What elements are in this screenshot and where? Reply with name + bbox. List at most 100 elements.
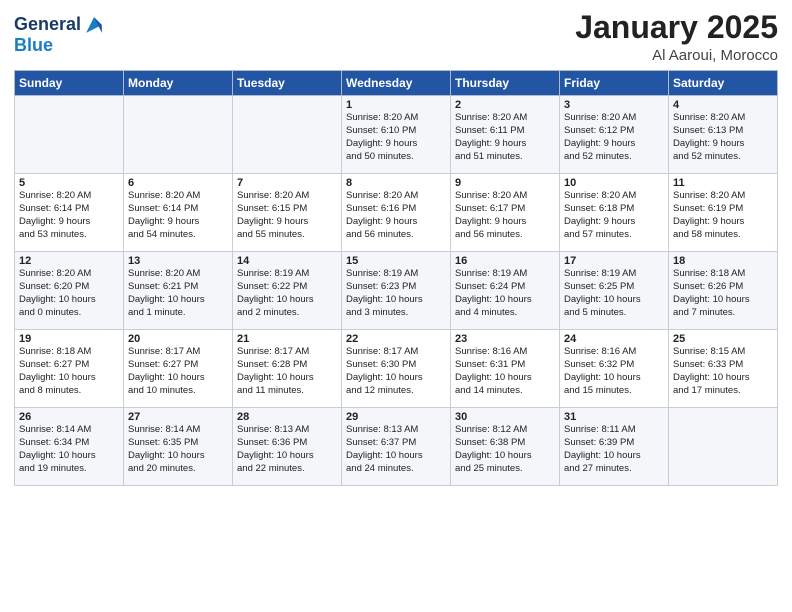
calendar-cell: 22Sunrise: 8:17 AM Sunset: 6:30 PM Dayli… — [342, 330, 451, 408]
day-info: Sunrise: 8:12 AM Sunset: 6:38 PM Dayligh… — [455, 424, 555, 475]
day-number: 18 — [673, 255, 773, 267]
title-block: January 2025 Al Aaroui, Morocco — [575, 10, 778, 64]
calendar-week-row: 26Sunrise: 8:14 AM Sunset: 6:34 PM Dayli… — [15, 408, 778, 486]
calendar-cell: 23Sunrise: 8:16 AM Sunset: 6:31 PM Dayli… — [451, 330, 560, 408]
day-info: Sunrise: 8:16 AM Sunset: 6:32 PM Dayligh… — [564, 346, 664, 397]
day-number: 8 — [346, 177, 446, 189]
calendar-cell: 5Sunrise: 8:20 AM Sunset: 6:14 PM Daylig… — [15, 174, 124, 252]
day-number: 22 — [346, 333, 446, 345]
day-info: Sunrise: 8:20 AM Sunset: 6:18 PM Dayligh… — [564, 190, 664, 241]
logo: General Blue — [14, 14, 105, 56]
calendar-cell: 3Sunrise: 8:20 AM Sunset: 6:12 PM Daylig… — [560, 96, 669, 174]
calendar-cell: 20Sunrise: 8:17 AM Sunset: 6:27 PM Dayli… — [124, 330, 233, 408]
day-info: Sunrise: 8:16 AM Sunset: 6:31 PM Dayligh… — [455, 346, 555, 397]
calendar-cell: 21Sunrise: 8:17 AM Sunset: 6:28 PM Dayli… — [233, 330, 342, 408]
page-container: General Blue January 2025 Al Aaroui, Mor… — [0, 0, 792, 496]
day-info: Sunrise: 8:20 AM Sunset: 6:15 PM Dayligh… — [237, 190, 337, 241]
day-number: 9 — [455, 177, 555, 189]
day-info: Sunrise: 8:14 AM Sunset: 6:35 PM Dayligh… — [128, 424, 228, 475]
day-info: Sunrise: 8:18 AM Sunset: 6:27 PM Dayligh… — [19, 346, 119, 397]
calendar-cell: 17Sunrise: 8:19 AM Sunset: 6:25 PM Dayli… — [560, 252, 669, 330]
day-number: 2 — [455, 99, 555, 111]
day-number: 31 — [564, 411, 664, 423]
calendar-cell: 2Sunrise: 8:20 AM Sunset: 6:11 PM Daylig… — [451, 96, 560, 174]
calendar-week-row: 19Sunrise: 8:18 AM Sunset: 6:27 PM Dayli… — [15, 330, 778, 408]
weekday-header-tuesday: Tuesday — [233, 71, 342, 96]
day-number: 15 — [346, 255, 446, 267]
calendar-cell: 25Sunrise: 8:15 AM Sunset: 6:33 PM Dayli… — [669, 330, 778, 408]
day-info: Sunrise: 8:15 AM Sunset: 6:33 PM Dayligh… — [673, 346, 773, 397]
logo-text: General — [14, 15, 81, 35]
day-number: 16 — [455, 255, 555, 267]
calendar-cell: 1Sunrise: 8:20 AM Sunset: 6:10 PM Daylig… — [342, 96, 451, 174]
calendar-cell: 26Sunrise: 8:14 AM Sunset: 6:34 PM Dayli… — [15, 408, 124, 486]
day-info: Sunrise: 8:20 AM Sunset: 6:13 PM Dayligh… — [673, 112, 773, 163]
calendar-cell: 19Sunrise: 8:18 AM Sunset: 6:27 PM Dayli… — [15, 330, 124, 408]
day-info: Sunrise: 8:20 AM Sunset: 6:19 PM Dayligh… — [673, 190, 773, 241]
day-info: Sunrise: 8:11 AM Sunset: 6:39 PM Dayligh… — [564, 424, 664, 475]
day-info: Sunrise: 8:17 AM Sunset: 6:27 PM Dayligh… — [128, 346, 228, 397]
day-number: 20 — [128, 333, 228, 345]
calendar-cell: 15Sunrise: 8:19 AM Sunset: 6:23 PM Dayli… — [342, 252, 451, 330]
day-number: 4 — [673, 99, 773, 111]
calendar-cell: 30Sunrise: 8:12 AM Sunset: 6:38 PM Dayli… — [451, 408, 560, 486]
day-number: 11 — [673, 177, 773, 189]
calendar-cell: 29Sunrise: 8:13 AM Sunset: 6:37 PM Dayli… — [342, 408, 451, 486]
weekday-header-wednesday: Wednesday — [342, 71, 451, 96]
day-info: Sunrise: 8:18 AM Sunset: 6:26 PM Dayligh… — [673, 268, 773, 319]
day-info: Sunrise: 8:19 AM Sunset: 6:22 PM Dayligh… — [237, 268, 337, 319]
logo-blue-text: Blue — [14, 36, 53, 56]
calendar-cell: 13Sunrise: 8:20 AM Sunset: 6:21 PM Dayli… — [124, 252, 233, 330]
calendar-cell: 18Sunrise: 8:18 AM Sunset: 6:26 PM Dayli… — [669, 252, 778, 330]
day-number: 5 — [19, 177, 119, 189]
day-number: 19 — [19, 333, 119, 345]
day-number: 3 — [564, 99, 664, 111]
day-number: 1 — [346, 99, 446, 111]
day-number: 30 — [455, 411, 555, 423]
day-number: 21 — [237, 333, 337, 345]
day-number: 26 — [19, 411, 119, 423]
calendar-cell: 14Sunrise: 8:19 AM Sunset: 6:22 PM Dayli… — [233, 252, 342, 330]
day-number: 12 — [19, 255, 119, 267]
calendar-week-row: 5 Sunrise: 8:20 AM Sunset: 6:14 PM Daylig… — [15, 174, 778, 252]
calendar-cell: 9Sunrise: 8:20 AM Sunset: 6:17 PM Daylig… — [451, 174, 560, 252]
calendar-cell: 6Sunrise: 8:20 AM Sunset: 6:14 PM Daylig… — [124, 174, 233, 252]
day-number: 23 — [455, 333, 555, 345]
day-info: Sunrise: 8:20 AM Sunset: 6:11 PM Dayligh… — [455, 112, 555, 163]
day-info: Sunrise: 8:20 AM Sunset: 6:17 PM Dayligh… — [455, 190, 555, 241]
day-info: Sunrise: 8:13 AM Sunset: 6:37 PM Dayligh… — [346, 424, 446, 475]
calendar-cell — [124, 96, 233, 174]
weekday-header-friday: Friday — [560, 71, 669, 96]
calendar-week-row: 12Sunrise: 8:20 AM Sunset: 6:20 PM Dayli… — [15, 252, 778, 330]
day-number: 17 — [564, 255, 664, 267]
calendar-cell: 16Sunrise: 8:19 AM Sunset: 6:24 PM Dayli… — [451, 252, 560, 330]
day-number: 28 — [237, 411, 337, 423]
calendar-cell: 12Sunrise: 8:20 AM Sunset: 6:20 PM Dayli… — [15, 252, 124, 330]
calendar-subtitle: Al Aaroui, Morocco — [575, 47, 778, 64]
day-number: 27 — [128, 411, 228, 423]
day-info: Sunrise: 8:20 AM Sunset: 6:14 PM Dayligh… — [128, 190, 228, 241]
calendar-cell: 31Sunrise: 8:11 AM Sunset: 6:39 PM Dayli… — [560, 408, 669, 486]
calendar-title: January 2025 — [575, 10, 778, 45]
weekday-header-row: SundayMondayTuesdayWednesdayThursdayFrid… — [15, 71, 778, 96]
logo-icon — [83, 14, 105, 36]
day-info: Sunrise: 8:20 AM Sunset: 6:21 PM Dayligh… — [128, 268, 228, 319]
day-number: 7 — [237, 177, 337, 189]
day-info: Sunrise: 8:17 AM Sunset: 6:30 PM Dayligh… — [346, 346, 446, 397]
calendar-cell — [15, 96, 124, 174]
calendar-cell: 27Sunrise: 8:14 AM Sunset: 6:35 PM Dayli… — [124, 408, 233, 486]
calendar-table: SundayMondayTuesdayWednesdayThursdayFrid… — [14, 70, 778, 486]
weekday-header-sunday: Sunday — [15, 71, 124, 96]
calendar-cell: 4Sunrise: 8:20 AM Sunset: 6:13 PM Daylig… — [669, 96, 778, 174]
header: General Blue January 2025 Al Aaroui, Mor… — [14, 10, 778, 64]
weekday-header-monday: Monday — [124, 71, 233, 96]
day-number: 14 — [237, 255, 337, 267]
calendar-cell: 28Sunrise: 8:13 AM Sunset: 6:36 PM Dayli… — [233, 408, 342, 486]
day-info: Sunrise: 8:19 AM Sunset: 6:23 PM Dayligh… — [346, 268, 446, 319]
calendar-cell: 24Sunrise: 8:16 AM Sunset: 6:32 PM Dayli… — [560, 330, 669, 408]
calendar-week-row: 1Sunrise: 8:20 AM Sunset: 6:10 PM Daylig… — [15, 96, 778, 174]
calendar-cell — [233, 96, 342, 174]
day-info: Sunrise: 8:14 AM Sunset: 6:34 PM Dayligh… — [19, 424, 119, 475]
calendar-cell — [669, 408, 778, 486]
day-number: 13 — [128, 255, 228, 267]
